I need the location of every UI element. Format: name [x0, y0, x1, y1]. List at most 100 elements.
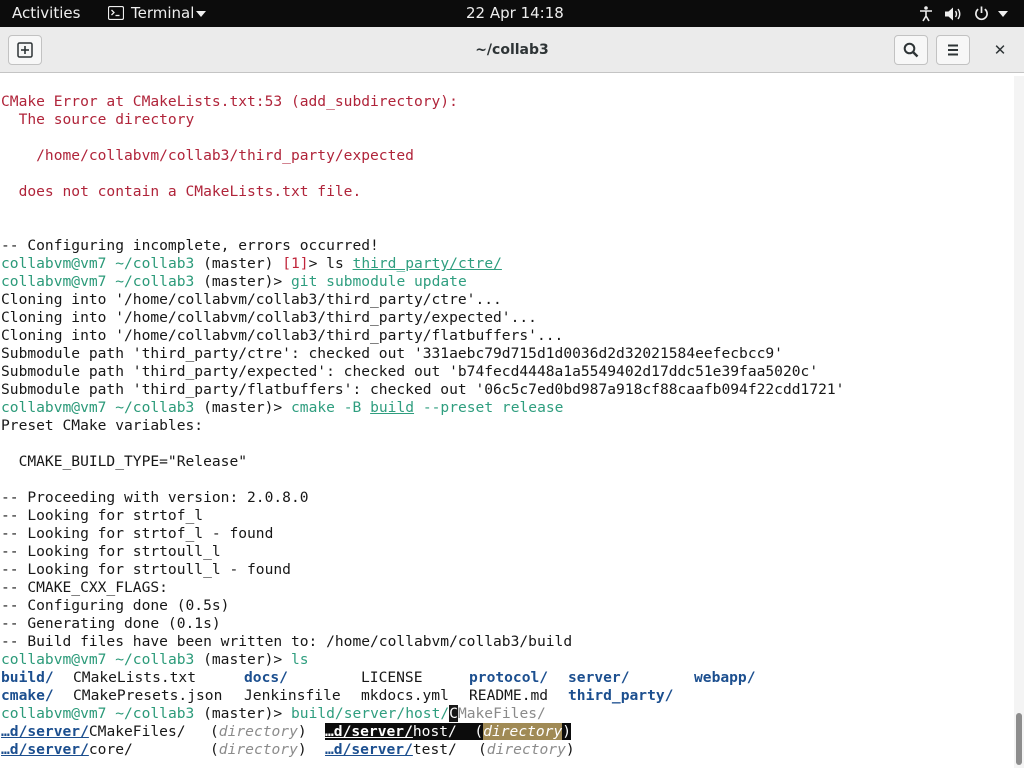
completion-item[interactable]: …d/server/CMakeFiles/ [1, 723, 186, 741]
prompt-dir: ~/collab3 [115, 273, 195, 290]
completion-name: test/ [412, 741, 457, 758]
prompt-line: collabvm@vm7 ~/collab3 (master) [1]> ls … [1, 255, 502, 273]
completion-desc-text: directory [486, 741, 566, 758]
command: cmake [291, 399, 335, 416]
terminal-line: CMake Error at CMakeLists.txt:53 (add_su… [1, 93, 458, 110]
power-icon[interactable] [974, 0, 990, 27]
completion-name: core/ [88, 741, 133, 758]
active-prompt-line[interactable]: collabvm@vm7 ~/collab3 (master)> build/s… [1, 705, 546, 723]
terminal-line: -- Looking for strtof_l [1, 507, 204, 524]
completion-prefix: …d/server/ [1, 723, 89, 740]
terminal-line: -- Proceeding with version: 2.0.8.0 [1, 489, 309, 506]
terminal-line: Submodule path 'third_party/expected': c… [1, 363, 819, 380]
prompt-line: collabvm@vm7 ~/collab3 (master)> cmake -… [1, 399, 563, 417]
command-flag: -B [343, 399, 362, 416]
caret-down-icon[interactable] [998, 0, 1010, 27]
terminal-line: Submodule path 'third_party/ctre': check… [1, 345, 783, 362]
command-arg: build [370, 399, 415, 416]
terminal-line: Cloning into '/home/collabvm/collab3/thi… [1, 327, 564, 344]
caret-down-icon [196, 0, 208, 27]
ls-entry-dir: build/ [1, 669, 54, 686]
ls-entry-file: README.md [469, 687, 549, 704]
completion-desc: (directory) [210, 723, 307, 740]
ls-entry-file: CMakeLists.txt [73, 669, 197, 686]
ls-entry-file: LICENSE [361, 669, 423, 686]
prompt-dir: ~/collab3 [115, 399, 195, 416]
prompt-sep: > [273, 273, 283, 290]
menu-button[interactable] [936, 35, 970, 65]
accessibility-icon[interactable] [919, 0, 935, 27]
prompt-branch: (master) [203, 705, 274, 722]
command-input[interactable]: build/server/host/ [291, 705, 449, 722]
ls-entry-dir: cmake/ [1, 687, 54, 704]
terminal-line: does not contain a CMakeLists.txt file. [1, 183, 362, 200]
command: git [291, 273, 318, 290]
header-bar: ~/collab3 ✕ [0, 27, 1024, 73]
command: ls [291, 651, 309, 668]
ls-entry-dir: third_party/ [568, 687, 674, 704]
ls-entry-dir: docs/ [244, 669, 288, 686]
terminal-line: Preset CMake variables: [1, 417, 204, 434]
new-tab-button[interactable] [8, 35, 42, 65]
ls-entry-file: mkdocs.yml [361, 687, 449, 704]
completion-item[interactable]: …d/server/test/ [325, 741, 457, 759]
completion-prefix: …d/server/ [325, 723, 413, 740]
prompt-branch: (master) [203, 399, 274, 416]
volume-icon[interactable] [945, 0, 963, 27]
prompt-line: collabvm@vm7 ~/collab3 (master)> ls [1, 651, 309, 669]
command-arg: third_party/ctre/ [352, 255, 502, 272]
terminal-output[interactable]: CMake Error at CMakeLists.txt:53 (add_su… [0, 76, 1014, 768]
prompt-sep: > [273, 651, 283, 668]
completion-item-selected[interactable]: …d/server/host/ (directory) [325, 723, 572, 741]
terminal-line: The source directory [1, 111, 195, 128]
completion-desc-text: directory [218, 741, 298, 758]
close-button[interactable]: ✕ [985, 35, 1015, 65]
ls-entry-file: CMakePresets.json [73, 687, 223, 704]
app-menu-button[interactable]: Terminal [131, 0, 194, 27]
prompt-dir: ~/collab3 [115, 255, 195, 272]
prompt-sep: > [308, 255, 318, 272]
prompt-branch: (master) [203, 273, 274, 290]
prompt-branch: (master) [203, 651, 274, 668]
completion-desc: (directory) [478, 741, 575, 758]
terminal-line: Cloning into '/home/collabvm/collab3/thi… [1, 291, 502, 308]
terminal-line: -- Looking for strtoull_l - found [1, 561, 291, 578]
terminal-line: -- Configuring done (0.5s) [1, 597, 230, 614]
terminal-icon [108, 0, 126, 27]
terminal-line: Submodule path 'third_party/flatbuffers'… [1, 381, 845, 398]
prompt-user: collabvm@vm7 [1, 273, 107, 290]
scrollbar-thumb[interactable] [1016, 713, 1022, 765]
terminal-line: -- Generating done (0.1s) [1, 615, 221, 632]
prompt-dir: ~/collab3 [115, 705, 195, 722]
scrollbar[interactable] [1014, 76, 1024, 768]
window-title: ~/collab3 [475, 42, 549, 58]
close-icon: ✕ [993, 41, 1007, 59]
completion-desc-text: directory [483, 723, 563, 740]
terminal-line: /home/collabvm/collab3/third_party/expec… [1, 147, 414, 164]
completion-desc-text: directory [218, 723, 298, 740]
terminal-line: -- Build files have been written to: /ho… [1, 633, 573, 650]
prompt-user: collabvm@vm7 [1, 705, 107, 722]
terminal-line: -- Configuring incomplete, errors occurr… [1, 237, 379, 254]
terminal-line: -- CMAKE_CXX_FLAGS: [1, 579, 168, 596]
search-button[interactable] [894, 35, 928, 65]
clock[interactable]: 22 Apr 14:18 [466, 0, 564, 27]
ls-entry-dir: protocol/ [469, 669, 549, 686]
completion-name: host/ [412, 723, 457, 740]
prompt-user: collabvm@vm7 [1, 399, 107, 416]
prompt-user: collabvm@vm7 [1, 255, 107, 272]
ls-entry-file: Jenkinsfile [244, 687, 341, 704]
ls-entry-dir: webapp/ [694, 669, 756, 686]
completion-item[interactable]: …d/server/core/ [1, 741, 133, 759]
exit-status: [1] [282, 255, 309, 272]
prompt-line: collabvm@vm7 ~/collab3 (master)> git sub… [1, 273, 467, 291]
prompt-branch: (master) [203, 255, 274, 272]
terminal-line: CMAKE_BUILD_TYPE="Release" [1, 453, 248, 470]
text-cursor: C [449, 705, 458, 722]
terminal-line: -- Looking for strtoull_l [1, 543, 221, 560]
completion-desc: (directory) [210, 741, 307, 758]
top-bar: Activities Terminal 22 Apr 14:18 [0, 0, 1024, 27]
prompt-sep: > [273, 705, 283, 722]
activities-button[interactable]: Activities [12, 0, 80, 27]
completion-prefix: …d/server/ [1, 741, 89, 758]
